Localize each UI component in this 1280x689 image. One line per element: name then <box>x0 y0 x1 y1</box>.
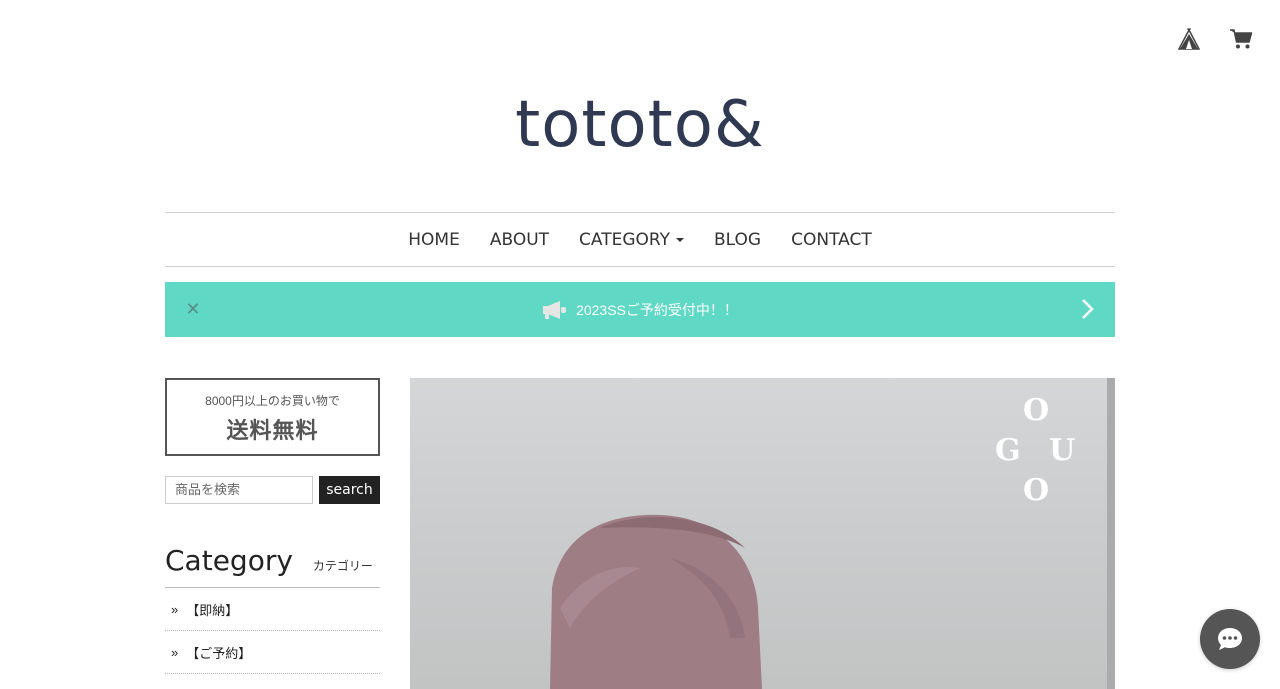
nav-blog[interactable]: BLOG <box>714 230 761 250</box>
sidebar: 8000円以上のお買い物で 送料無料 search Category カテゴリー… <box>165 378 380 674</box>
site-logo[interactable]: tototo& <box>0 88 1280 162</box>
brand-letter: G <box>995 433 1021 468</box>
double-chevron-right-icon: » <box>171 644 179 660</box>
tent-icon[interactable] <box>1176 26 1202 52</box>
nav-about[interactable]: ABOUT <box>490 230 549 250</box>
category-item-label: 【即納】 <box>186 602 239 618</box>
announcement-text: 2023SSご予約受付中！！ <box>576 301 738 318</box>
megaphone-icon <box>543 300 567 319</box>
category-item-preorder[interactable]: » 【ご予約】 <box>165 631 380 674</box>
hero-edge <box>1107 378 1115 689</box>
category-item-in-stock[interactable]: » 【即納】 <box>165 588 380 631</box>
brand-letter: O <box>1023 393 1050 428</box>
nav-home[interactable]: HOME <box>408 230 460 250</box>
category-heading: Category カテゴリー <box>165 544 380 588</box>
free-shipping-box: 8000円以上のお買い物で 送料無料 <box>165 378 380 456</box>
brand-letter: U <box>1049 433 1076 468</box>
search-button[interactable]: search <box>319 476 380 504</box>
double-chevron-right-icon: » <box>171 601 179 617</box>
category-list: » 【即納】 » 【ご予約】 <box>165 588 380 674</box>
chat-bubble-icon <box>1218 628 1242 650</box>
brand-letter: O <box>1023 473 1050 508</box>
cart-icon[interactable] <box>1228 26 1254 52</box>
announcement-link[interactable]: 2023SSご予約受付中！！ <box>542 300 738 320</box>
hero-brand-mark: O G U O <box>995 393 1075 508</box>
chevron-right-icon[interactable] <box>1077 298 1097 320</box>
announcement-banner: ✕ 2023SSご予約受付中！！ <box>165 282 1115 337</box>
nav-contact[interactable]: CONTACT <box>791 230 872 250</box>
hero-image[interactable]: O G U O <box>410 378 1115 689</box>
main-nav: HOME ABOUT CATEGORY BLOG CONTACT <box>165 212 1115 267</box>
search-form: search <box>165 476 380 504</box>
category-subtitle: カテゴリー <box>312 559 373 573</box>
site-logo-text[interactable]: tototo& <box>515 88 765 162</box>
nav-category-label: CATEGORY <box>579 229 671 250</box>
chat-button[interactable] <box>1200 609 1260 669</box>
header-icons <box>1176 26 1254 52</box>
free-shipping-title: 送料無料 <box>226 418 319 443</box>
caret-down-icon <box>676 237 685 242</box>
nav-category[interactable]: CATEGORY <box>579 229 685 250</box>
close-icon[interactable]: ✕ <box>183 299 203 319</box>
search-input[interactable] <box>165 476 313 504</box>
category-item-label: 【ご予約】 <box>186 645 252 661</box>
category-title: Category <box>165 544 293 577</box>
free-shipping-note: 8000円以上のお買い物で <box>205 394 340 408</box>
